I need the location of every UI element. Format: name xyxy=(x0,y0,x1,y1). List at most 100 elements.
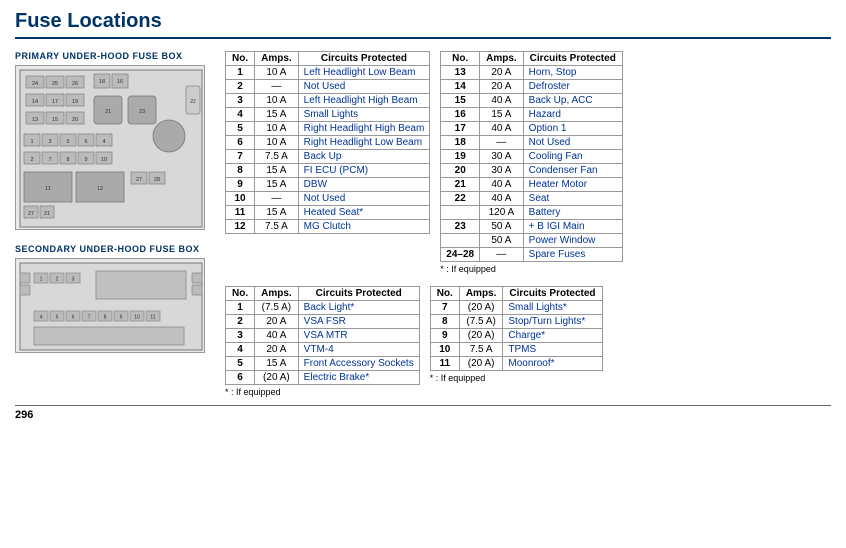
top-tables-row: No. Amps. Circuits Protected 110 ALeft H… xyxy=(225,51,831,274)
t2-h-circuits: Circuits Protected xyxy=(523,52,622,66)
t3-h-circuits: Circuits Protected xyxy=(298,287,419,301)
table-cell: 15 A xyxy=(255,108,299,122)
svg-text:9: 9 xyxy=(84,157,87,163)
table-cell: 7 xyxy=(226,150,255,164)
svg-text:10: 10 xyxy=(134,315,140,321)
table-cell: 7.5 A xyxy=(459,343,503,357)
table-cell: VTM-4 xyxy=(298,343,419,357)
table-cell: 20 A xyxy=(480,80,524,94)
svg-text:4: 4 xyxy=(102,139,105,145)
table-cell: + B IGI Main xyxy=(523,220,622,234)
t2-h-amps: Amps. xyxy=(480,52,524,66)
table-cell: (7.5 A) xyxy=(255,301,299,315)
table2: No. Amps. Circuits Protected 1320 AHorn,… xyxy=(440,51,623,262)
table-cell: Back Up xyxy=(298,150,430,164)
t4-h-amps: Amps. xyxy=(459,287,503,301)
table-cell: Moonroof* xyxy=(503,357,602,371)
table-cell: Horn, Stop xyxy=(523,66,622,80)
table-cell: Right Headlight Low Beam xyxy=(298,136,430,150)
table-cell: 3 xyxy=(226,329,255,343)
svg-text:4: 4 xyxy=(40,315,43,321)
svg-text:11: 11 xyxy=(150,315,155,321)
table-cell: Small Lights xyxy=(298,108,430,122)
svg-text:21: 21 xyxy=(44,211,50,217)
table-cell: 8 xyxy=(226,164,255,178)
table-cell: Condenser Fan xyxy=(523,164,622,178)
table-cell: 40 A xyxy=(480,178,524,192)
svg-text:3: 3 xyxy=(72,277,75,283)
svg-text:7: 7 xyxy=(48,157,51,163)
svg-text:15: 15 xyxy=(52,117,58,123)
table-cell: 50 A xyxy=(480,220,524,234)
primary-fuse-svg: 24 25 26 18 16 22 14 17 19 xyxy=(16,66,206,231)
table-cell: 12 xyxy=(226,220,255,234)
table-cell: 24–28 xyxy=(441,248,480,262)
table-cell: Right Headlight High Beam xyxy=(298,122,430,136)
svg-text:22: 22 xyxy=(190,99,196,105)
svg-text:13: 13 xyxy=(32,117,38,123)
svg-text:14: 14 xyxy=(32,99,38,105)
svg-text:12: 12 xyxy=(97,186,103,192)
svg-text:10: 10 xyxy=(101,157,107,163)
svg-text:9: 9 xyxy=(120,315,123,321)
table-cell: Cooling Fan xyxy=(523,150,622,164)
table-cell: 30 A xyxy=(480,164,524,178)
table-cell xyxy=(441,206,480,220)
table-cell: (20 A) xyxy=(459,329,503,343)
table-cell: Not Used xyxy=(523,136,622,150)
table-cell: 11 xyxy=(226,206,255,220)
table-cell: Left Headlight High Beam xyxy=(298,94,430,108)
t3-h-no: No. xyxy=(226,287,255,301)
table-cell: Option 1 xyxy=(523,122,622,136)
table-cell: Battery xyxy=(523,206,622,220)
table-cell: Heater Motor xyxy=(523,178,622,192)
t1-h-circuits: Circuits Protected xyxy=(298,52,430,66)
primary-fuse-box-diagram: 24 25 26 18 16 22 14 17 19 xyxy=(15,65,205,230)
table-cell: 20 xyxy=(441,164,480,178)
svg-text:3: 3 xyxy=(48,139,51,145)
table-cell: 2 xyxy=(226,80,255,94)
svg-text:26: 26 xyxy=(72,81,78,87)
note-equipped-3: * : If equipped xyxy=(430,373,603,383)
svg-text:19: 19 xyxy=(72,99,78,105)
table-cell: 15 A xyxy=(255,206,299,220)
table-cell: 20 A xyxy=(480,66,524,80)
svg-text:1: 1 xyxy=(30,139,33,145)
table-cell: TPMS xyxy=(503,343,602,357)
table-cell: Back Light* xyxy=(298,301,419,315)
table-cell: 10 xyxy=(226,192,255,206)
table-cell: 120 A xyxy=(480,206,524,220)
svg-text:17: 17 xyxy=(52,99,58,105)
table-cell: 6 xyxy=(226,371,255,385)
svg-text:18: 18 xyxy=(99,79,105,85)
table-cell: 3 xyxy=(226,94,255,108)
t4-h-circuits: Circuits Protected xyxy=(503,287,602,301)
table-cell: Seat xyxy=(523,192,622,206)
svg-text:1: 1 xyxy=(40,277,43,283)
table-cell: 5 xyxy=(226,122,255,136)
primary-label: PRIMARY UNDER-HOOD FUSE BOX xyxy=(15,51,215,61)
table-cell: Spare Fuses xyxy=(523,248,622,262)
table-cell: Not Used xyxy=(298,192,430,206)
table3: No. Amps. Circuits Protected 1(7.5 A)Bac… xyxy=(225,286,420,385)
table-cell: MG Clutch xyxy=(298,220,430,234)
table-cell: 13 xyxy=(441,66,480,80)
table-cell: 23 xyxy=(441,220,480,234)
svg-text:8: 8 xyxy=(66,157,69,163)
table-cell: 20 A xyxy=(255,315,299,329)
table-cell: 6 xyxy=(226,136,255,150)
table-cell: — xyxy=(255,192,299,206)
table-cell: 7.5 A xyxy=(255,220,299,234)
note-equipped-2: * : If equipped xyxy=(225,387,420,397)
table-cell: 21 xyxy=(441,178,480,192)
t1-h-no: No. xyxy=(226,52,255,66)
table-cell: 18 xyxy=(441,136,480,150)
table-cell: 4 xyxy=(226,108,255,122)
table-cell: 15 A xyxy=(255,178,299,192)
table-cell: (20 A) xyxy=(255,371,299,385)
svg-text:27: 27 xyxy=(136,177,142,183)
table-cell: 7.5 A xyxy=(255,150,299,164)
table-cell: 17 xyxy=(441,122,480,136)
svg-text:25: 25 xyxy=(52,81,58,87)
table-cell: 19 xyxy=(441,150,480,164)
